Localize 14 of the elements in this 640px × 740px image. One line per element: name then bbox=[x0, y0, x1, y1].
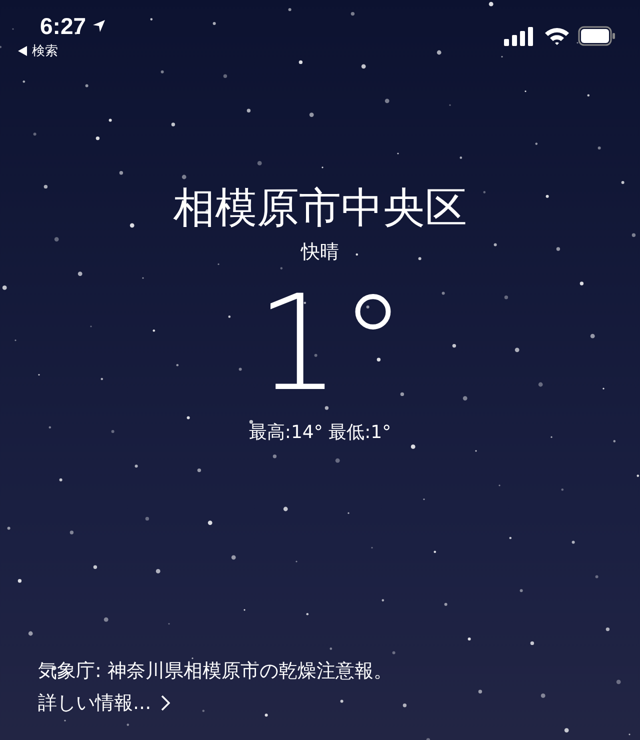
location-arrow-icon bbox=[92, 19, 106, 33]
alert-text: 気象庁: 神奈川県相模原市の乾燥注意報。 bbox=[38, 659, 392, 684]
chevron-icon bbox=[161, 695, 170, 711]
location-name: 相模原市中央区 bbox=[173, 182, 467, 234]
details-link[interactable]: 詳しい情報... bbox=[38, 690, 170, 716]
battery-icon bbox=[578, 26, 616, 46]
current-temperature: 1° bbox=[255, 274, 406, 414]
back-triangle-icon bbox=[18, 46, 27, 56]
weather-condition: 快晴 bbox=[301, 240, 339, 265]
back-button[interactable]: 検索 bbox=[18, 42, 106, 60]
high-low-temperature: 最高:14° 最低:1° bbox=[248, 421, 392, 445]
wifi-icon bbox=[544, 26, 570, 46]
signal-icon bbox=[504, 26, 536, 46]
clock-time: 6:27 bbox=[40, 12, 86, 40]
